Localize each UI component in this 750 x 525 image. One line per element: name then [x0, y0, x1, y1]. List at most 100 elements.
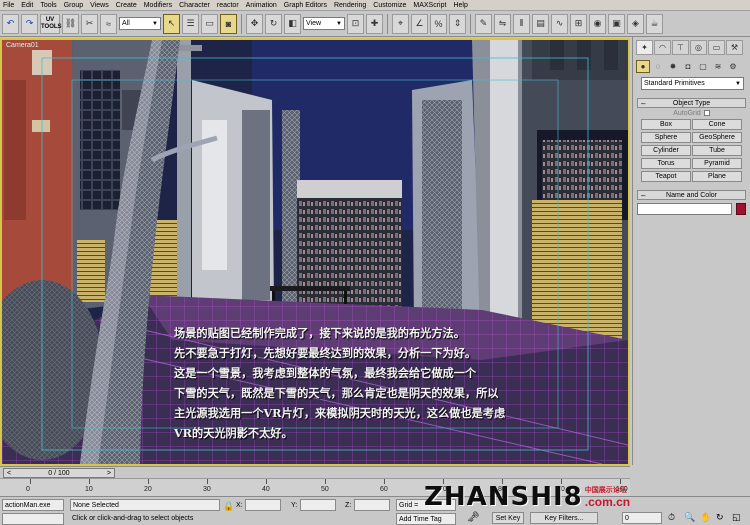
menu-character[interactable]: Character: [179, 2, 210, 9]
geometry-icon[interactable]: ●: [636, 60, 650, 73]
pivot-center-icon[interactable]: ⊡: [347, 13, 364, 34]
maxscript-output[interactable]: [2, 513, 64, 525]
current-frame-field[interactable]: 0: [622, 512, 662, 524]
render-setup-icon[interactable]: ▣: [608, 13, 625, 34]
teapot-button[interactable]: Teapot: [641, 171, 691, 182]
pan-icon[interactable]: ✋: [700, 512, 711, 523]
y-coordinate-field[interactable]: [300, 499, 336, 511]
prompt-line: Click or click-and-drag to select object…: [72, 515, 194, 522]
angle-snap-icon[interactable]: ∠: [411, 13, 428, 34]
mirror-icon[interactable]: ⇋: [494, 13, 511, 34]
chevron-right-icon[interactable]: >: [107, 470, 111, 477]
menu-views[interactable]: Views: [90, 2, 109, 9]
box-button[interactable]: Box: [641, 119, 691, 130]
unlink-icon[interactable]: ✂: [81, 13, 98, 34]
named-selection-icon[interactable]: ✎: [475, 13, 492, 34]
name-color-rollout[interactable]: – Name and Color: [637, 190, 746, 200]
utilities-tab-icon[interactable]: ⚒: [726, 40, 743, 55]
curve-editor-icon[interactable]: ∿: [551, 13, 568, 34]
camera-viewport[interactable]: Camera01 场景的贴图已经制作完成了，接下来说的是我的布光方法。 先不要急…: [0, 38, 630, 466]
z-coordinate-field[interactable]: [354, 499, 390, 511]
lock-icon[interactable]: 🔒: [223, 501, 234, 512]
menu-help[interactable]: Help: [453, 2, 467, 9]
lights-icon[interactable]: ✸: [666, 60, 680, 73]
track-bar-tick-label: 50: [321, 486, 329, 493]
primitive-type-dropdown[interactable]: Standard Primitives ▼: [641, 77, 744, 90]
undo-icon[interactable]: ↶: [2, 13, 19, 34]
select-scale-icon[interactable]: ◧: [284, 13, 301, 34]
rectangular-selection-icon[interactable]: ▭: [201, 13, 218, 34]
create-tab-icon[interactable]: ✦: [636, 40, 653, 55]
x-coordinate-field[interactable]: [245, 499, 281, 511]
pyramid-button[interactable]: Pyramid: [692, 158, 742, 169]
maxscript-listener[interactable]: actionMan.exe: [2, 499, 64, 511]
motion-tab-icon[interactable]: ◎: [690, 40, 707, 55]
menu-animation[interactable]: Animation: [246, 2, 277, 9]
object-name-field[interactable]: [637, 203, 732, 215]
menu-reactor[interactable]: reactor: [217, 2, 239, 9]
object-type-rollout[interactable]: – Object Type: [637, 98, 746, 108]
render-frame-icon[interactable]: ◈: [627, 13, 644, 34]
zoom-icon[interactable]: 🔍: [684, 512, 695, 523]
cameras-icon[interactable]: ◘: [681, 60, 695, 73]
select-link-icon[interactable]: ⛓: [62, 13, 79, 34]
spinner-snap-icon[interactable]: ⇕: [449, 13, 466, 34]
systems-icon[interactable]: ⚙: [726, 60, 740, 73]
hierarchy-tab-icon[interactable]: ⊤: [672, 40, 689, 55]
menu-tools[interactable]: Tools: [40, 2, 56, 9]
add-time-tag-button[interactable]: Add Time Tag: [396, 513, 456, 525]
autogrid-checkbox[interactable]: AutoGrid: [633, 110, 750, 117]
helpers-icon[interactable]: ▢: [696, 60, 710, 73]
schematic-view-icon[interactable]: ⊞: [570, 13, 587, 34]
select-by-name-icon[interactable]: ☰: [182, 13, 199, 34]
display-tab-icon[interactable]: ▭: [708, 40, 725, 55]
torus-button[interactable]: Torus: [641, 158, 691, 169]
select-manipulate-icon[interactable]: ✚: [366, 13, 383, 34]
time-config-icon[interactable]: ⏱: [668, 512, 675, 523]
plane-button[interactable]: Plane: [692, 171, 742, 182]
time-slider[interactable]: < 0 / 100 >: [0, 466, 630, 478]
cone-button[interactable]: Cone: [692, 119, 742, 130]
window-crossing-icon[interactable]: ◙: [220, 13, 237, 34]
reference-coordinate-dropdown[interactable]: View ▼: [303, 17, 345, 30]
select-object-icon[interactable]: ↖: [163, 13, 180, 34]
key-filters-button[interactable]: Key Filters...: [530, 512, 598, 524]
select-rotate-icon[interactable]: ↻: [265, 13, 282, 34]
cylinder-button[interactable]: Cylinder: [641, 145, 691, 156]
material-editor-icon[interactable]: ◉: [589, 13, 606, 34]
menu-graph-editors[interactable]: Graph Editors: [284, 2, 327, 9]
modify-tab-icon[interactable]: ◠: [654, 40, 671, 55]
layer-manager-icon[interactable]: ▤: [532, 13, 549, 34]
menu-create[interactable]: Create: [116, 2, 137, 9]
orbit-icon[interactable]: ↻: [716, 512, 724, 523]
selection-filter-dropdown[interactable]: All ▼: [119, 17, 161, 30]
tube-button[interactable]: Tube: [692, 145, 742, 156]
geosphere-button[interactable]: GeoSphere: [692, 132, 742, 143]
percent-snap-icon[interactable]: %: [430, 13, 447, 34]
menu-edit[interactable]: Edit: [21, 2, 33, 9]
menu-group[interactable]: Group: [64, 2, 83, 9]
shapes-icon[interactable]: ◌: [651, 60, 665, 73]
align-icon[interactable]: ⫴: [513, 13, 530, 34]
snap-toggle-icon[interactable]: ⌖: [392, 13, 409, 34]
maximize-viewport-icon[interactable]: ◱: [732, 512, 741, 523]
checkbox-icon[interactable]: [703, 110, 710, 117]
time-slider-thumb[interactable]: < 0 / 100 >: [3, 468, 115, 478]
menu-modifiers[interactable]: Modifiers: [144, 2, 172, 9]
track-bar-tick-label: 40: [262, 486, 270, 493]
menu-maxscript[interactable]: MAXScript: [413, 2, 446, 9]
space-warps-icon[interactable]: ≋: [711, 60, 725, 73]
viewport-label[interactable]: Camera01: [6, 42, 39, 49]
select-move-icon[interactable]: ✥: [246, 13, 263, 34]
bind-space-warp-icon[interactable]: ≈: [100, 13, 117, 34]
chevron-left-icon[interactable]: <: [7, 470, 11, 477]
set-key-button[interactable]: Set Key: [492, 512, 524, 524]
menu-customize[interactable]: Customize: [373, 2, 406, 9]
menu-rendering[interactable]: Rendering: [334, 2, 366, 9]
quick-render-icon[interactable]: ☕: [646, 13, 663, 34]
uv-tools-button[interactable]: UV TOOLS: [40, 13, 62, 34]
object-color-swatch[interactable]: [736, 203, 746, 215]
redo-icon[interactable]: ↷: [21, 13, 38, 34]
sphere-button[interactable]: Sphere: [641, 132, 691, 143]
menu-file[interactable]: File: [3, 2, 14, 9]
